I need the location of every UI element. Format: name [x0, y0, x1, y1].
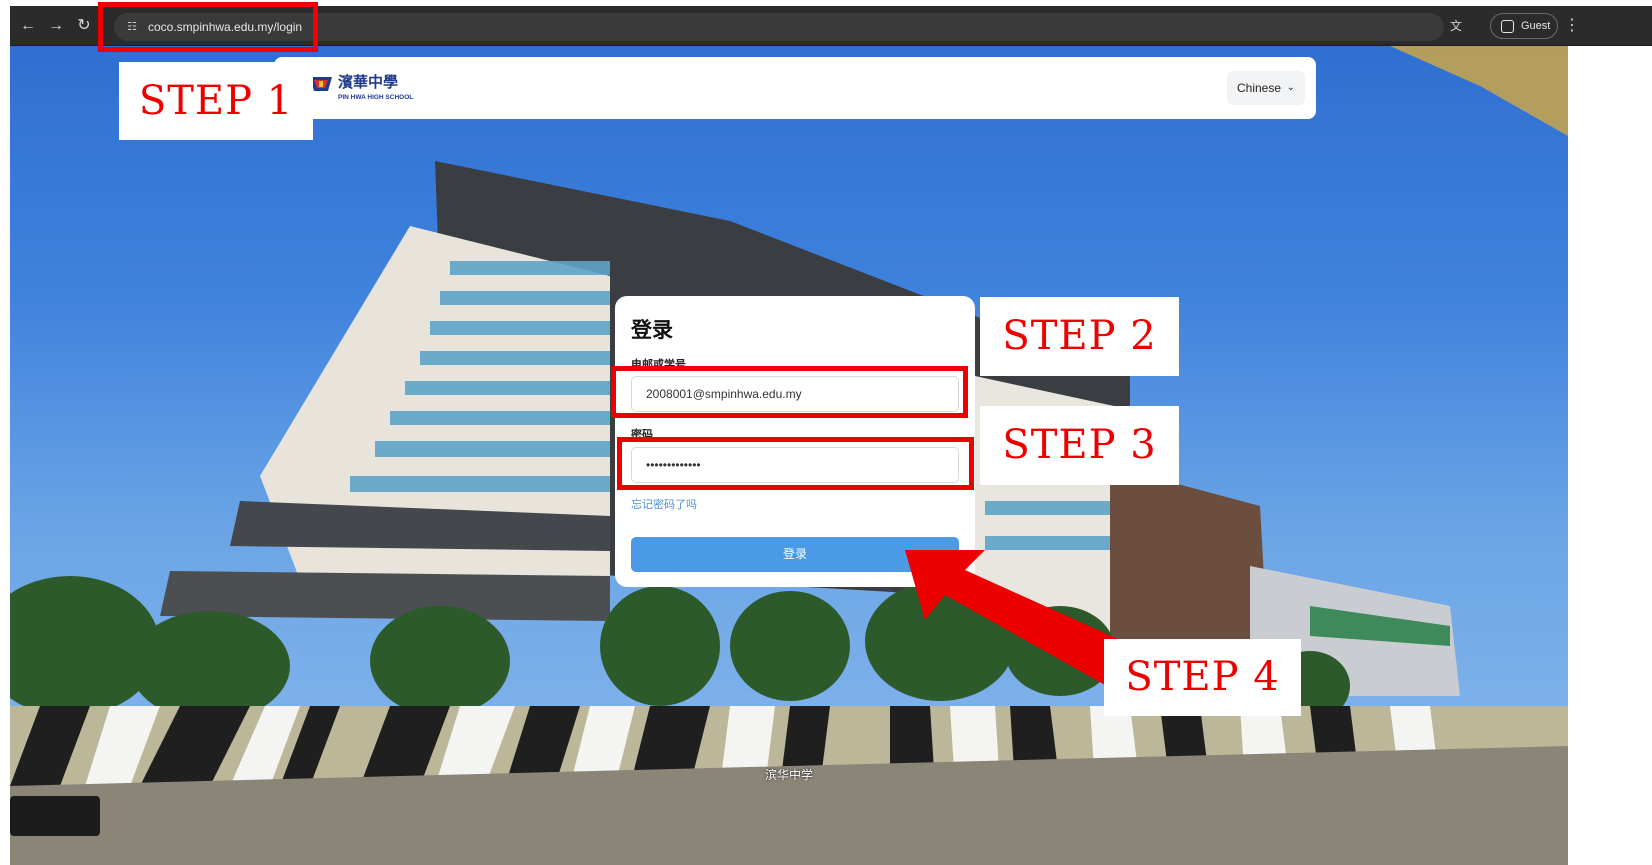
step4-arrow-icon [905, 550, 1120, 685]
step4-label: STEP 4 [1104, 639, 1301, 716]
